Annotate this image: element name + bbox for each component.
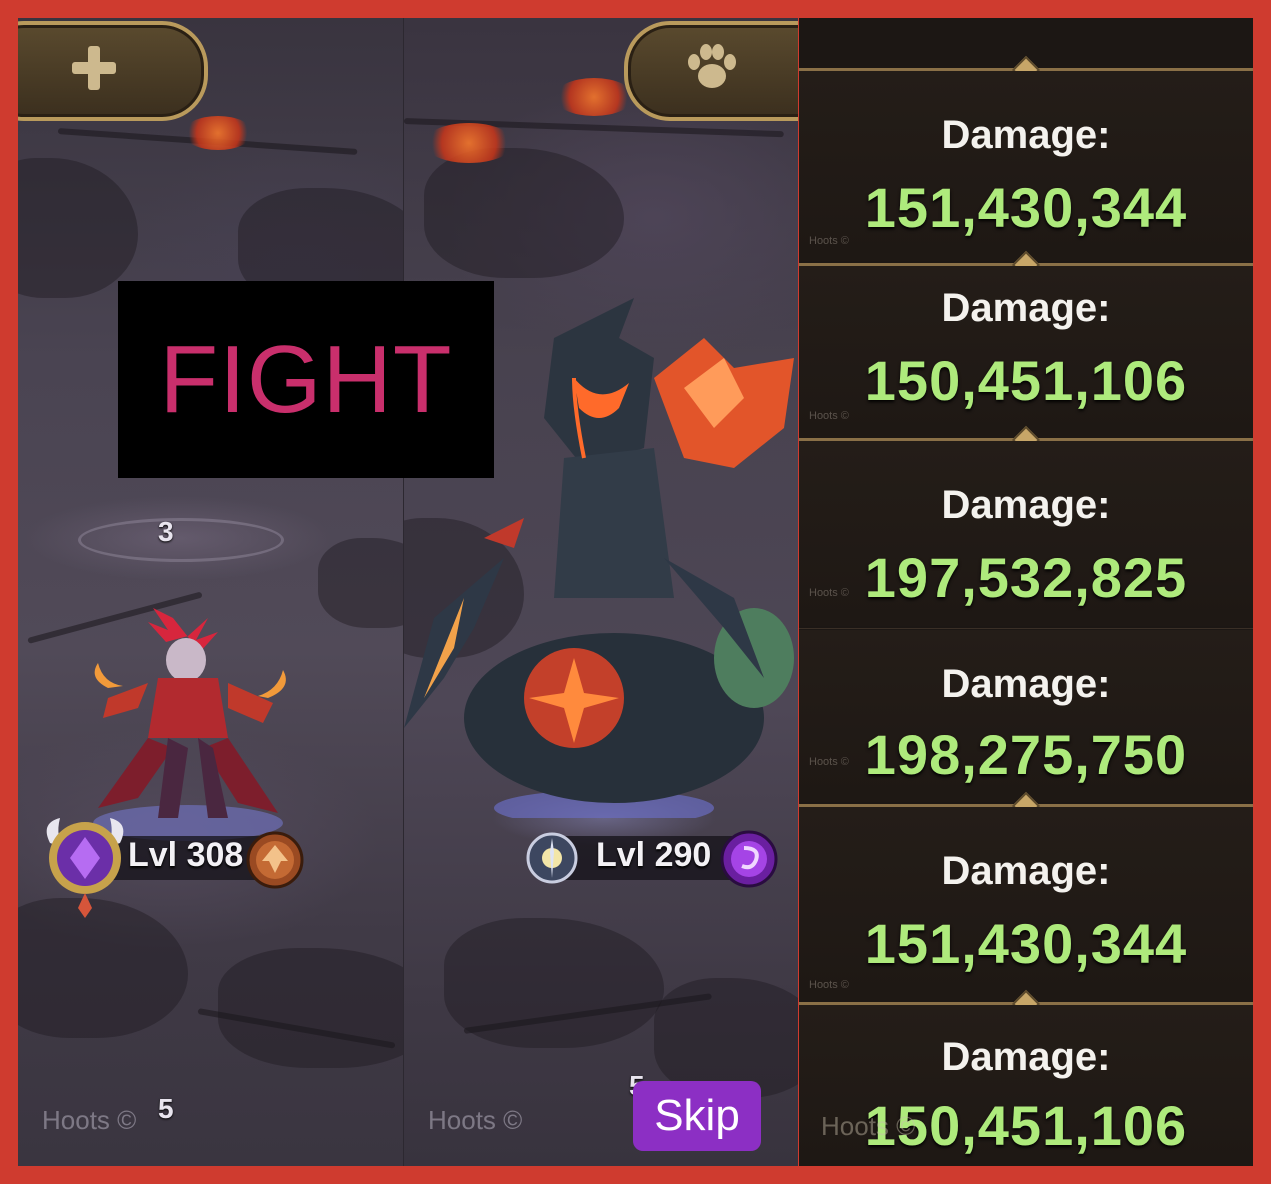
- pet-button[interactable]: [624, 21, 798, 121]
- damage-card: Damage: 197,532,825 Hoots ©: [799, 441, 1253, 626]
- lava-glow: [424, 123, 514, 163]
- damage-results-column: Damage: 151,430,344 Hoots © Damage: 150,…: [799, 18, 1253, 1166]
- celestial-badge-icon: [526, 832, 578, 884]
- damage-card: Damage: 150,451,106 Hoots ©: [799, 1005, 1253, 1166]
- watermark: Hoots ©: [809, 235, 849, 247]
- watermark: Hoots ©: [42, 1105, 137, 1135]
- hero-level: Lvl 308: [128, 836, 244, 874]
- slot-number-5: 5: [158, 1093, 174, 1124]
- rock-decor: [654, 978, 798, 1098]
- damage-value: 150,451,106: [864, 349, 1188, 412]
- hypogean-emblem-icon: [720, 830, 778, 888]
- damage-label: Damage:: [941, 849, 1111, 893]
- rock-decor: [424, 148, 624, 278]
- damage-card: Damage: 198,275,750 Hoots ©: [799, 630, 1253, 802]
- fight-label: FIGHT: [159, 325, 453, 433]
- paw-icon: [688, 44, 736, 88]
- watermark: Hoots ©: [809, 756, 849, 768]
- watermark: Hoots ©: [809, 587, 849, 599]
- plus-icon: [72, 46, 116, 90]
- rock-decor: [218, 948, 403, 1068]
- watermark: Hoots ©: [809, 979, 849, 991]
- class-emblem-icon: [246, 831, 304, 889]
- faction-badge-icon: [46, 818, 124, 918]
- divider-rule: [799, 628, 1253, 629]
- boss-battle-panel: Lvl 290 5 Hoots ©: [404, 18, 798, 1166]
- damage-label: Damage:: [941, 286, 1111, 330]
- watermark: Hoots ©: [428, 1105, 523, 1135]
- damage-label: Damage:: [941, 1035, 1111, 1079]
- hero-battle-panel: 3 Lvl 308 5 Hoots ©: [18, 18, 403, 1166]
- deploy-slot-ring: [78, 518, 284, 562]
- lava-glow: [554, 78, 634, 116]
- fight-banner: FIGHT: [118, 281, 494, 478]
- boss-level: Lvl 290: [596, 836, 712, 874]
- hero-character: [93, 608, 286, 841]
- rock-decor: [318, 538, 403, 628]
- skip-button[interactable]: Skip: [633, 1081, 761, 1151]
- damage-label: Damage:: [941, 662, 1111, 706]
- damage-value: 198,275,750: [864, 723, 1188, 786]
- screenshot-frame: 3 Lvl 308 5 Hoots © Lvl 290 Hoots © FIGH…: [18, 18, 1253, 1166]
- watermark: Hoots ©: [809, 410, 849, 422]
- lava-glow: [183, 116, 253, 150]
- damage-label: Damage:: [941, 113, 1111, 157]
- slot-number-3: 3: [158, 516, 174, 547]
- damage-label: Damage:: [941, 483, 1111, 527]
- damage-card: Damage: 151,430,344 Hoots ©: [799, 71, 1253, 261]
- watermark: Hoots ©: [821, 1111, 916, 1141]
- damage-card: Damage: 150,451,106 Hoots ©: [799, 266, 1253, 438]
- damage-value: 151,430,344: [864, 176, 1188, 239]
- damage-value: 197,532,825: [864, 546, 1188, 609]
- add-hero-button[interactable]: [18, 21, 208, 121]
- rock-decor: [18, 158, 138, 298]
- damage-value: 151,430,344: [864, 912, 1188, 975]
- damage-card: Damage: 151,430,344 Hoots ©: [799, 807, 1253, 1000]
